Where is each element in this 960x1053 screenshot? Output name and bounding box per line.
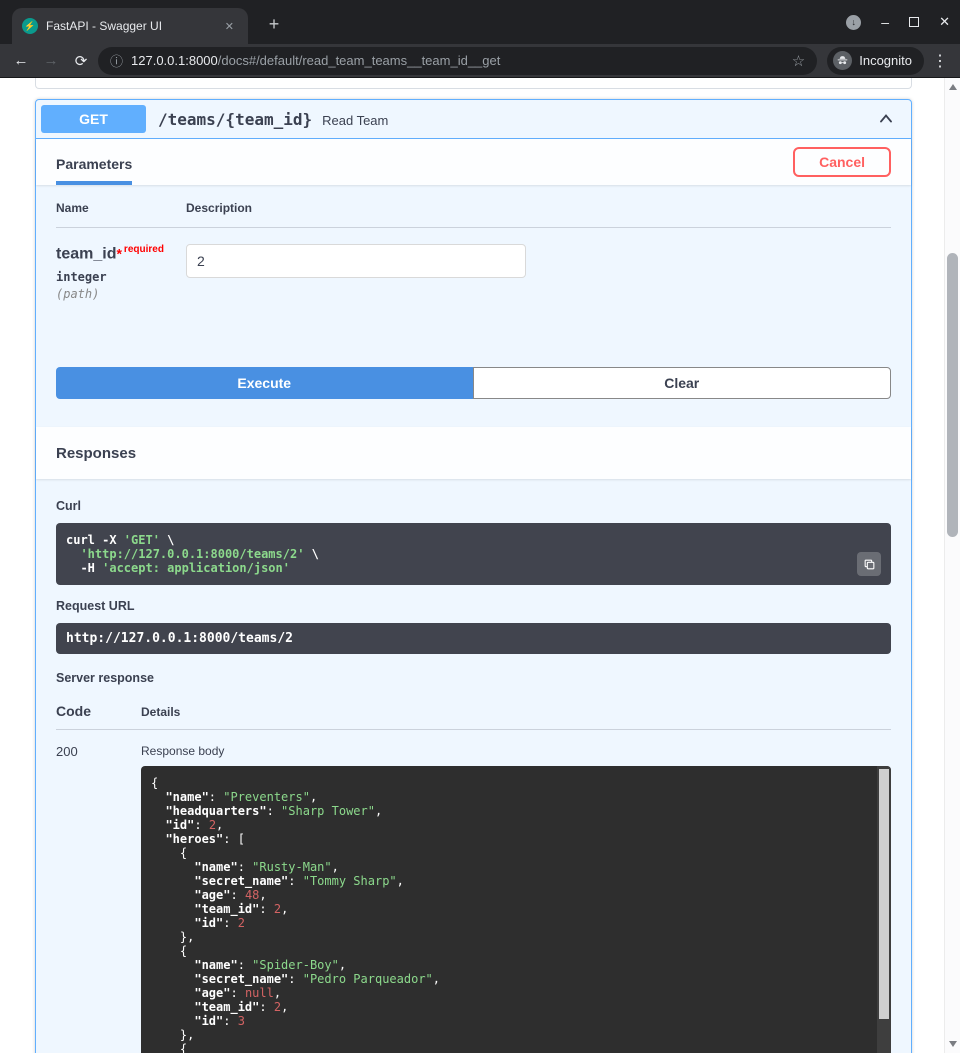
parameters-table: Name Description team_id*required intege… bbox=[36, 185, 911, 321]
browser-titlebar: ⚡ FastAPI - Swagger UI ✕ + ↓ – ✕ bbox=[0, 0, 960, 44]
scrollbar-down-arrow-icon[interactable] bbox=[949, 1041, 957, 1047]
fastapi-favicon-icon: ⚡ bbox=[22, 18, 38, 34]
response-body-label: Response body bbox=[141, 744, 891, 758]
col-header-details: Details bbox=[141, 705, 891, 719]
response-table-header: Code Details bbox=[56, 703, 891, 730]
col-header-code: Code bbox=[56, 703, 141, 719]
active-tab-underline bbox=[56, 181, 132, 185]
col-header-description: Description bbox=[186, 201, 891, 215]
parameter-type: integer bbox=[56, 270, 186, 284]
url-host: 127.0.0.1:8000 bbox=[131, 53, 218, 68]
execute-wrapper: Execute Clear bbox=[36, 367, 911, 419]
response-body-json: { "name": "Preventers", "headquarters": … bbox=[151, 776, 867, 1053]
forward-icon[interactable]: → bbox=[38, 48, 64, 74]
col-header-name: Name bbox=[56, 201, 186, 215]
page-scrollbar[interactable] bbox=[944, 78, 960, 1053]
parameter-row: team_id*required integer (path) bbox=[56, 228, 891, 301]
opblock-summary[interactable]: GET /teams/{team_id} Read Team bbox=[36, 100, 911, 139]
page-content: GET /teams/{team_id} Read Team Parameter… bbox=[0, 78, 960, 1053]
clear-button[interactable]: Clear bbox=[473, 367, 892, 399]
responses-header: Responses bbox=[36, 427, 911, 479]
responses-section: Curl curl -X 'GET' \ 'http://127.0.0.1:8… bbox=[36, 479, 911, 1053]
response-row: 200 Response body { "name": "Preventers"… bbox=[56, 730, 891, 1053]
bookmark-star-icon[interactable]: ☆ bbox=[792, 52, 805, 70]
parameters-tab-label: Parameters bbox=[56, 156, 132, 172]
maximize-button[interactable] bbox=[909, 17, 919, 27]
new-tab-button[interactable]: + bbox=[262, 12, 286, 36]
url-path: /docs#/default/read_team_teams__team_id_… bbox=[218, 53, 501, 68]
back-icon[interactable]: ← bbox=[8, 48, 34, 74]
endpoint-path: /teams/{team_id} bbox=[146, 110, 322, 129]
opblock-get-teams: GET /teams/{team_id} Read Team Parameter… bbox=[35, 99, 912, 1053]
curl-command-text: curl -X 'GET' \ 'http://127.0.0.1:8000/t… bbox=[66, 533, 881, 575]
required-label: required bbox=[124, 244, 164, 255]
collapse-chevron-icon[interactable] bbox=[876, 109, 896, 129]
incognito-badge: Incognito bbox=[827, 47, 924, 75]
parameter-name: team_id*required bbox=[56, 244, 186, 263]
status-code: 200 bbox=[56, 744, 141, 1053]
browser-toolbar: ← → ⟳ ⓘ 127.0.0.1:8000/docs#/default/rea… bbox=[0, 44, 960, 78]
curl-command-block: curl -X 'GET' \ 'http://127.0.0.1:8000/t… bbox=[56, 523, 891, 585]
cancel-button[interactable]: Cancel bbox=[793, 147, 891, 177]
endpoint-summary: Read Team bbox=[322, 111, 876, 128]
minimize-button[interactable]: – bbox=[881, 14, 889, 30]
address-bar[interactable]: ⓘ 127.0.0.1:8000/docs#/default/read_team… bbox=[98, 47, 817, 75]
tab-parameters[interactable]: Parameters bbox=[56, 156, 132, 185]
team-id-input[interactable] bbox=[186, 244, 526, 278]
required-star: * bbox=[116, 245, 121, 261]
tab-close-icon[interactable]: ✕ bbox=[221, 18, 238, 35]
browser-update-icon[interactable]: ↓ bbox=[846, 15, 861, 30]
copy-icon[interactable] bbox=[857, 552, 881, 576]
tab-title: FastAPI - Swagger UI bbox=[46, 19, 213, 33]
execute-button[interactable]: Execute bbox=[56, 367, 473, 399]
curl-label: Curl bbox=[56, 499, 891, 513]
parameter-location: (path) bbox=[56, 287, 186, 301]
http-method-badge: GET bbox=[41, 105, 146, 133]
scrollbar-thumb[interactable] bbox=[947, 253, 958, 537]
parameters-header: Parameters Cancel bbox=[36, 139, 911, 185]
site-info-icon[interactable]: ⓘ bbox=[110, 51, 123, 70]
server-response-label: Server response bbox=[56, 671, 891, 685]
incognito-label: Incognito bbox=[859, 53, 912, 68]
incognito-icon bbox=[833, 51, 852, 70]
window-close-button[interactable]: ✕ bbox=[939, 14, 950, 30]
responses-title: Responses bbox=[56, 445, 136, 462]
reload-icon[interactable]: ⟳ bbox=[68, 48, 94, 74]
request-url-value: http://127.0.0.1:8000/teams/2 bbox=[56, 623, 891, 654]
browser-menu-icon[interactable]: ⋮ bbox=[928, 51, 952, 71]
response-body-scrollbar-thumb[interactable] bbox=[879, 769, 889, 1019]
request-url-label: Request URL bbox=[56, 599, 891, 613]
url-text: 127.0.0.1:8000/docs#/default/read_team_t… bbox=[131, 53, 784, 68]
previous-section-bottom-edge bbox=[35, 78, 912, 89]
scrollbar-up-arrow-icon[interactable] bbox=[949, 84, 957, 90]
response-body-block: { "name": "Preventers", "headquarters": … bbox=[141, 766, 891, 1053]
browser-tab[interactable]: ⚡ FastAPI - Swagger UI ✕ bbox=[12, 8, 248, 44]
